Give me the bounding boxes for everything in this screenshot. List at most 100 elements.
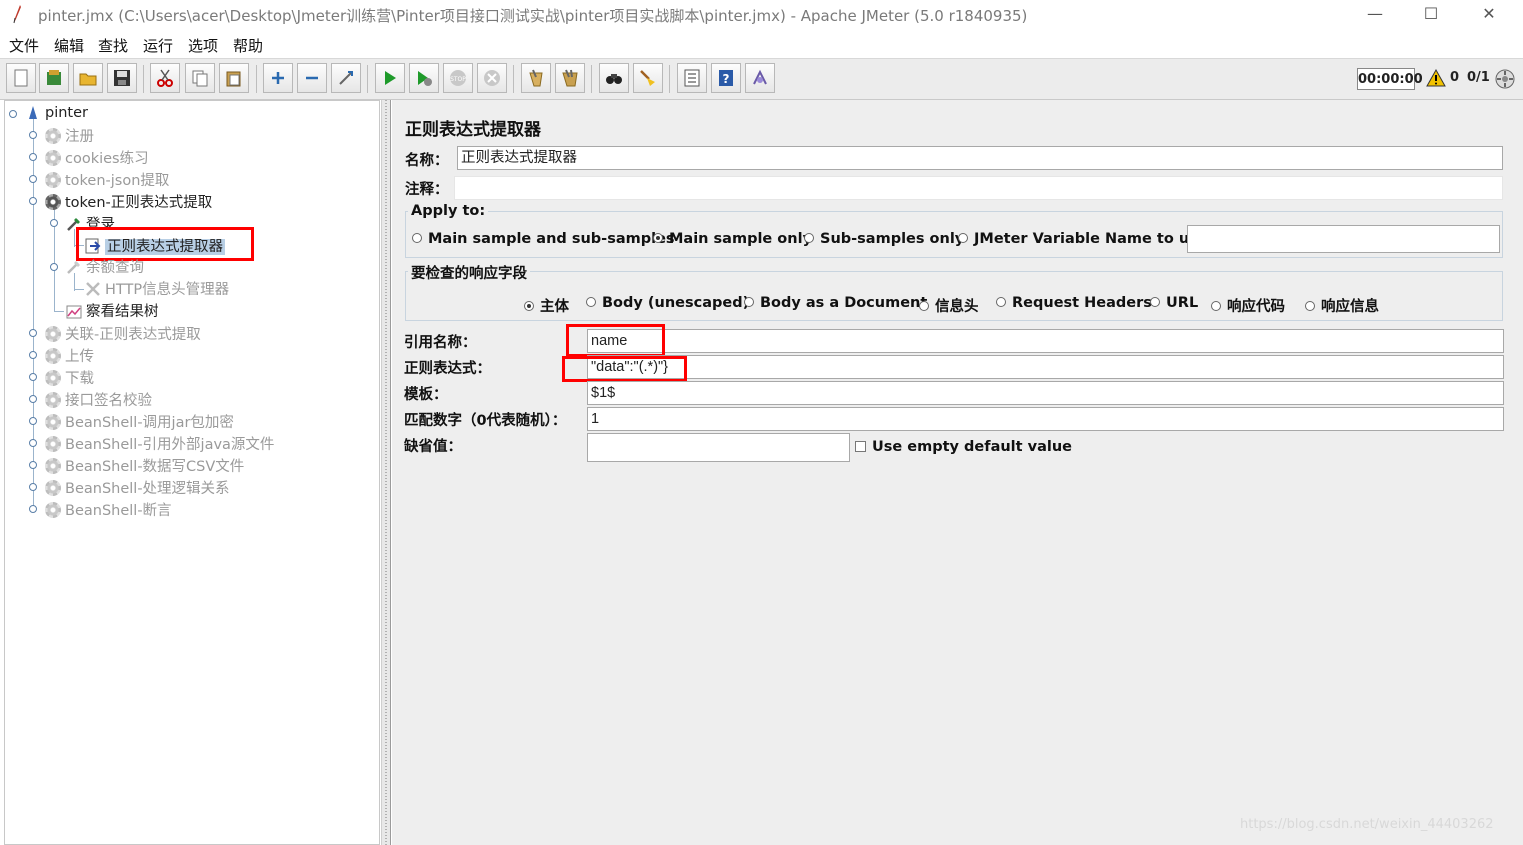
tree-expand-handle[interactable] — [29, 153, 37, 161]
use-empty-default-checkbox[interactable]: Use empty default value — [855, 439, 1072, 455]
default-value-input[interactable] — [587, 433, 850, 462]
tree-expand-handle[interactable] — [50, 263, 58, 271]
reset-search-button[interactable] — [633, 63, 663, 93]
radio-body[interactable]: 主体 — [524, 295, 569, 316]
radio-response-headers[interactable]: 信息头 — [919, 295, 979, 316]
start-no-pause-button[interactable] — [409, 63, 439, 93]
close-button[interactable]: ✕ — [1466, 0, 1512, 30]
function-helper-button[interactable] — [677, 63, 707, 93]
jmeter-variable-input[interactable] — [1187, 225, 1500, 253]
tree-expand-handle[interactable] — [29, 373, 37, 381]
tree-expand-handle[interactable] — [29, 197, 37, 205]
tree-node-balance-query[interactable]: 余额查询 — [66, 256, 144, 277]
radio-button[interactable] — [412, 233, 422, 243]
comment-input[interactable] — [454, 176, 1503, 200]
radio-main-and-sub-samples[interactable]: Main sample and sub-samples — [412, 231, 675, 247]
tree-expand-handle[interactable] — [29, 505, 37, 513]
radio-body-unescaped[interactable]: Body (unescaped) — [586, 295, 749, 311]
tree-node-signature-check[interactable]: 接口签名校验 — [45, 389, 152, 410]
radio-request-headers[interactable]: Request Headers — [996, 295, 1152, 311]
menu-file[interactable]: 文件 — [9, 35, 39, 56]
collapse-all-button[interactable] — [297, 63, 327, 93]
save-button[interactable] — [107, 63, 137, 93]
tree-expand-handle[interactable] — [50, 219, 58, 227]
tree-expand-handle[interactable] — [29, 329, 37, 337]
remote-button[interactable] — [745, 63, 775, 93]
template-input[interactable]: $1$ — [587, 381, 1504, 405]
tree-node-beanshell-java-source[interactable]: BeanShell-引用外部java源文件 — [45, 433, 274, 454]
radio-button[interactable] — [958, 233, 968, 243]
tree-expand-handle[interactable] — [29, 175, 37, 183]
radio-button[interactable] — [804, 233, 814, 243]
tree-node-beanshell-jar[interactable]: BeanShell-调用jar包加密 — [45, 411, 234, 432]
tree-node-beanshell-logic[interactable]: BeanShell-处理逻辑关系 — [45, 477, 230, 498]
tree-expand-handle[interactable] — [29, 351, 37, 359]
radio-button[interactable] — [996, 297, 1006, 307]
tree-node-register[interactable]: 注册 — [45, 125, 94, 146]
copy-button[interactable] — [185, 63, 215, 93]
radio-response-message[interactable]: 响应信息 — [1305, 295, 1379, 316]
menu-options[interactable]: 选项 — [188, 35, 218, 56]
tree-node-root[interactable]: pinter — [25, 104, 88, 121]
menu-run[interactable]: 运行 — [143, 35, 173, 56]
radio-url[interactable]: URL — [1150, 295, 1198, 311]
new-button[interactable] — [6, 63, 36, 93]
tree-node-beanshell-csv[interactable]: BeanShell-数据写CSV文件 — [45, 455, 244, 476]
menu-edit[interactable]: 编辑 — [54, 35, 84, 56]
paste-button[interactable] — [219, 63, 249, 93]
radio-button[interactable] — [1305, 301, 1315, 311]
name-input[interactable]: 正则表达式提取器 — [457, 146, 1503, 170]
radio-button[interactable] — [1211, 301, 1221, 311]
clear-all-button[interactable] — [555, 63, 585, 93]
tree-expand-handle[interactable] — [29, 131, 37, 139]
radio-button[interactable] — [919, 301, 929, 311]
stop-button[interactable]: STOP — [443, 63, 473, 93]
checkbox[interactable] — [855, 441, 866, 452]
split-pane-divider[interactable] — [381, 100, 391, 845]
match-number-input[interactable]: 1 — [587, 407, 1504, 431]
menu-help[interactable]: 帮助 — [233, 35, 263, 56]
clear-button[interactable] — [521, 63, 551, 93]
tree-node-token-json[interactable]: token-json提取 — [45, 169, 169, 190]
regex-input[interactable]: "data":"(.*)"} — [587, 355, 1504, 379]
radio-button-selected[interactable] — [653, 233, 663, 243]
radio-sub-samples-only[interactable]: Sub-samples only — [804, 231, 964, 247]
tree-node-view-results-tree[interactable]: 察看结果树 — [66, 300, 159, 321]
tree-node-correlation-regex[interactable]: 关联-正则表达式提取 — [45, 323, 201, 344]
minimize-button[interactable]: — — [1352, 0, 1398, 30]
tree-expand-handle[interactable] — [9, 110, 17, 118]
radio-body-as-document[interactable]: Body as a Document — [744, 295, 927, 311]
radio-button[interactable] — [1150, 297, 1160, 307]
radio-jmeter-variable[interactable]: JMeter Variable Name to use — [958, 231, 1208, 247]
radio-main-sample-only[interactable]: Main sample only — [653, 231, 812, 247]
tree-node-upload[interactable]: 上传 — [45, 345, 94, 366]
maximize-button[interactable]: ☐ — [1408, 0, 1454, 30]
tree-node-header-manager[interactable]: HTTP信息头管理器 — [85, 278, 229, 299]
menu-search[interactable]: 查找 — [98, 35, 128, 56]
toggle-button[interactable] — [331, 63, 361, 93]
radio-label: Request Headers — [1012, 295, 1152, 311]
radio-response-code[interactable]: 响应代码 — [1211, 295, 1285, 316]
tree-expand-handle[interactable] — [29, 461, 37, 469]
search-button[interactable] — [599, 63, 629, 93]
start-button[interactable] — [375, 63, 405, 93]
cut-button[interactable] — [150, 63, 180, 93]
radio-button[interactable] — [744, 297, 754, 307]
templates-button[interactable] — [39, 63, 69, 93]
tree-node-cookies[interactable]: cookies练习 — [45, 147, 149, 168]
tree-node-download[interactable]: 下载 — [45, 367, 94, 388]
radio-button-selected[interactable] — [524, 301, 534, 311]
shutdown-button[interactable] — [477, 63, 507, 93]
tree-expand-handle[interactable] — [29, 439, 37, 447]
help-button[interactable]: ? — [711, 63, 741, 93]
tree-expand-handle[interactable] — [29, 395, 37, 403]
tree-expand-handle[interactable] — [29, 483, 37, 491]
tree-expand-handle[interactable] — [29, 417, 37, 425]
reference-name-input[interactable]: name — [587, 329, 1504, 353]
tree-node-beanshell-assert[interactable]: BeanShell-断言 — [45, 499, 172, 520]
radio-button[interactable] — [586, 297, 596, 307]
tree-node-token-regex[interactable]: token-正则表达式提取 — [45, 191, 212, 212]
expand-all-button[interactable] — [263, 63, 293, 93]
open-button[interactable] — [73, 63, 103, 93]
warning-icon[interactable] — [1426, 69, 1446, 87]
